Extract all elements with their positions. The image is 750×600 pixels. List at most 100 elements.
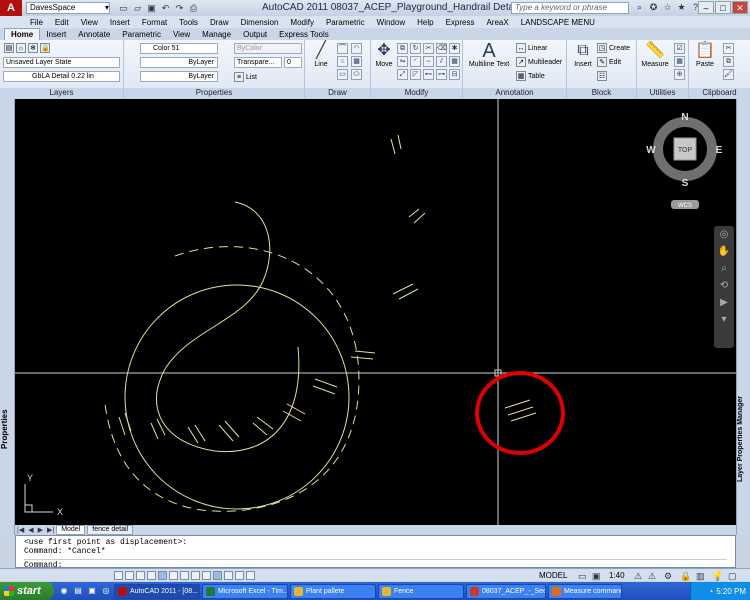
transparency-toggle[interactable] [224,570,233,580]
layer-properties-icon[interactable]: ▤ [4,43,14,53]
rotate-icon[interactable]: ↻ [410,43,421,54]
steering-wheel-icon[interactable]: ◎ [714,226,734,243]
arc-icon[interactable]: ◠ [351,43,362,54]
viewcube[interactable]: TOP N S W E WCS [646,112,723,209]
folder-icon[interactable]: ▤ [72,585,84,597]
favorites-icon[interactable]: ★ [676,2,687,13]
layer-properties-palette[interactable]: Layer Properties Manager [736,99,750,535]
lineweight-dropdown[interactable]: ByLayer [140,71,218,82]
undo-icon[interactable]: ↶ [160,3,171,14]
line-button[interactable]: ╱ Line [309,42,333,68]
quick-select-icon[interactable]: ☑ [674,43,685,54]
erase-icon[interactable]: ⌫ [436,43,447,54]
hardware-acceleration-icon[interactable]: ▥ [696,571,705,582]
stretch-icon[interactable]: ⇔ [423,56,434,67]
plot-icon[interactable]: ⎙ [188,3,199,14]
workspace-dropdown[interactable]: DavesSpace ▾ [26,2,110,14]
table-button[interactable]: ▦ Table [516,71,545,81]
properties-palette[interactable]: Properties [0,99,15,535]
prev-tab-icon[interactable]: ◀ [28,526,33,534]
polyline-icon[interactable]: ⌒ [337,43,348,54]
quick-view-drawings-icon[interactable]: ▣ [592,571,601,582]
annotation-panel-title[interactable]: Annotation [463,88,566,98]
calculator-icon[interactable]: ▦ [674,56,685,67]
media-icon[interactable]: ◎ [100,585,112,597]
keyword-search-input[interactable]: Type a keyword or phrase [511,2,629,14]
taskbar-button[interactable]: Measure command!?... [548,583,622,599]
ortho-toggle[interactable] [136,570,145,580]
annotation-scale[interactable]: 1:40 [609,571,625,580]
3d-osnap-toggle[interactable] [169,570,178,580]
tab-manage[interactable]: Manage [196,29,237,40]
taskbar-button[interactable]: 08037_ACEP_-_Sect... [466,583,546,599]
last-tab-icon[interactable]: ▶| [47,526,54,534]
match-properties-icon[interactable]: 🖌 [723,69,734,80]
cut-icon[interactable]: ✂ [723,43,734,54]
quick-view-layouts-icon[interactable]: ▭ [578,571,587,582]
measure-button[interactable]: 📏 Measure [639,42,671,68]
color-dropdown[interactable]: Color 51 [140,43,218,54]
block-attribute-button[interactable]: ☷ [597,71,607,81]
chamfer-icon[interactable]: ◸ [410,69,421,80]
tab-output[interactable]: Output [237,29,273,40]
zoom-icon[interactable]: ⌕ [714,260,734,277]
taskbar-button[interactable]: AutoCAD 2011 - [08... [114,583,200,599]
tab-express-tools[interactable]: Express Tools [273,29,335,40]
draw-panel-title[interactable]: Draw [305,88,370,98]
taskbar-button[interactable]: Microsoft Excel - Tim... [202,583,288,599]
communication-icon[interactable]: ☆ [662,2,673,13]
list-button[interactable]: ≡ List [234,72,257,82]
menu-express[interactable]: Express [446,18,475,27]
redo-icon[interactable]: ↷ [174,3,185,14]
layer-on-icon[interactable]: ☼ [16,43,26,53]
tab-annotate[interactable]: Annotate [72,29,116,40]
menu-tools[interactable]: Tools [179,18,198,27]
clean-screen-icon[interactable]: ▢ [728,571,737,582]
copy-icon[interactable]: ⧉ [397,43,408,54]
search-icon[interactable]: ⌕ [634,2,645,13]
taskbar-button[interactable]: Plant pallete [290,583,376,599]
open-icon[interactable]: ▱ [132,3,143,14]
firefox-icon[interactable]: ◉ [58,585,70,597]
transparency-dropdown[interactable]: Transpare... [234,57,282,68]
join-icon[interactable]: ⊷ [423,69,434,80]
autocad-logo-icon[interactable]: A [0,0,22,16]
orbit-icon[interactable]: ⟲ [714,277,734,294]
linetype-dropdown[interactable]: ByLayer [140,57,218,68]
new-icon[interactable]: ▭ [118,3,129,14]
qp-toggle[interactable] [235,570,244,580]
paste-button[interactable]: 📋 Paste [691,42,719,68]
fillet-icon[interactable]: ◜ [410,56,421,67]
move-button[interactable]: ✥ Move [373,42,395,68]
snap-toggle[interactable] [114,570,123,580]
grid-toggle[interactable] [125,570,134,580]
create-block-button[interactable]: ◳ Create [597,43,630,53]
menu-window[interactable]: Window [377,18,405,27]
navbar-menu-icon[interactable]: ▾ [714,311,734,328]
pan-icon[interactable]: ✋ [714,243,734,260]
osnap-toggle[interactable] [158,570,167,580]
hatch-icon[interactable]: ▦ [351,56,362,67]
transparency-value-field[interactable]: 0 [284,57,302,68]
next-tab-icon[interactable]: ▶ [38,526,43,534]
ducs-toggle[interactable] [191,570,200,580]
tab-parametric[interactable]: Parametric [116,29,167,40]
multileader-button[interactable]: ↗ Multileader [516,57,562,67]
annotation-visibility-icon[interactable]: ⚠ [634,571,642,582]
auto-scale-icon[interactable]: ⚠ [648,571,656,582]
linear-dimension-button[interactable]: ↔ Linear [516,43,547,53]
isolate-objects-icon[interactable]: 💡 [712,571,723,582]
explode-icon[interactable]: ✱ [449,43,460,54]
tab-model[interactable]: Model [56,525,86,535]
menu-edit[interactable]: Edit [55,18,69,27]
model-space-toggle[interactable]: MODEL [539,571,567,580]
lweight-toggle[interactable] [213,570,222,580]
ellipse-icon[interactable]: ⬭ [351,69,362,80]
sc-toggle[interactable] [246,570,255,580]
menu-draw[interactable]: Draw [210,18,229,27]
layer-state-dropdown[interactable]: Unsaved Layer State [3,57,120,68]
break-icon[interactable]: ⊶ [436,69,447,80]
copy-clip-icon[interactable]: ⧉ [723,56,734,67]
modify-panel-title[interactable]: Modify [371,88,462,98]
menu-format[interactable]: Format [142,18,167,27]
